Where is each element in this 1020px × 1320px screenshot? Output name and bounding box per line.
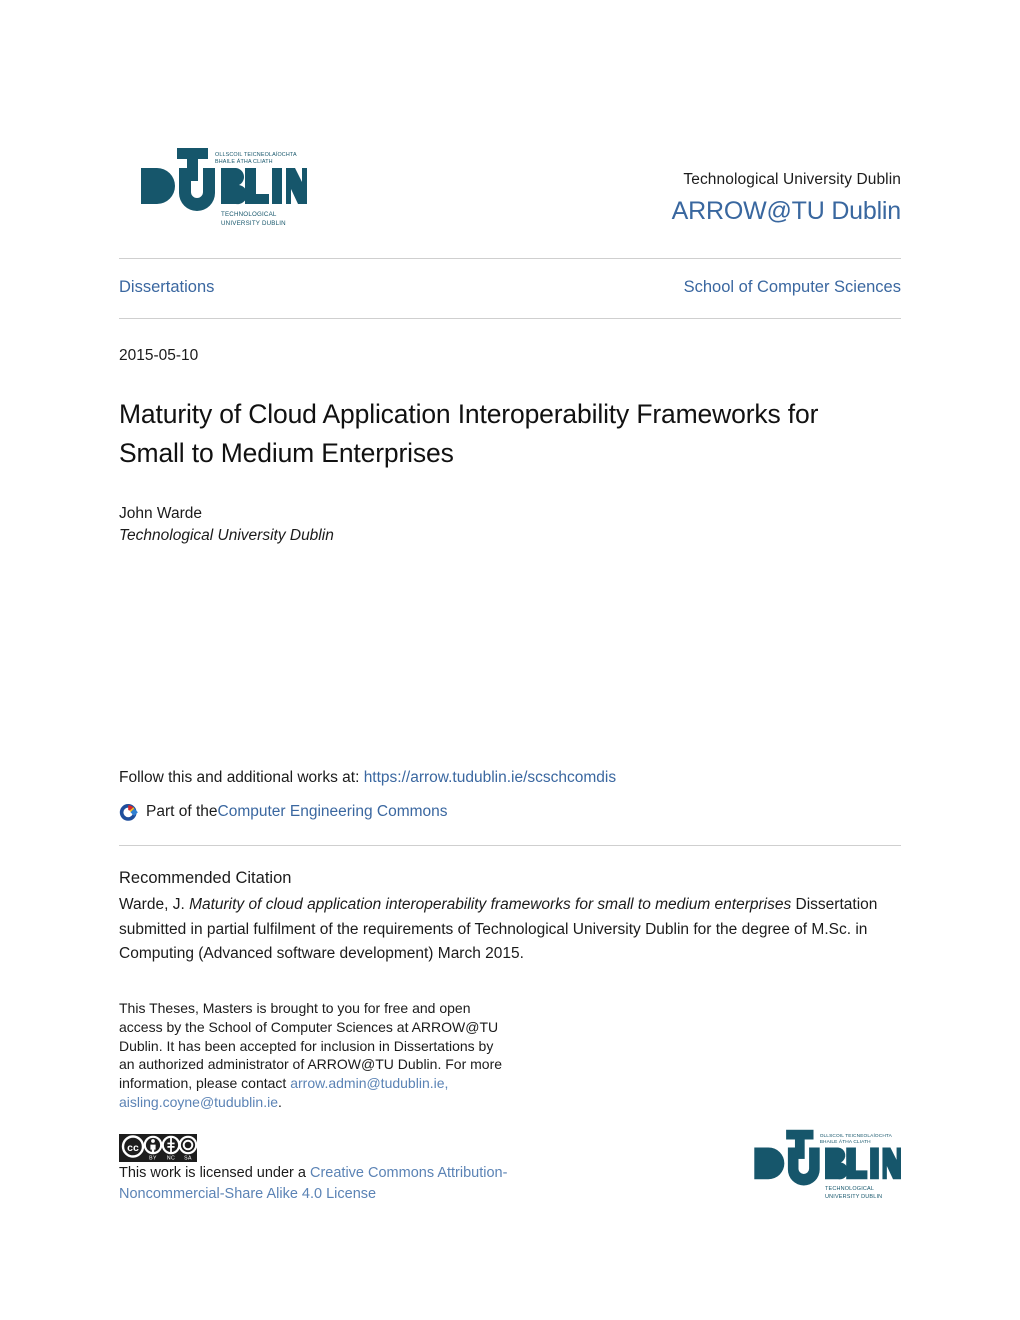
logo-sub-line-2-footer: UNIVERSITY DUBLIN xyxy=(825,1194,882,1200)
logo-irish-line-1-footer: OLLSCOIL TEICNEOLAÍOCHTA xyxy=(820,1132,893,1139)
author-name: John Warde xyxy=(119,505,202,522)
tu-dublin-logo-footer: OLLSCOIL TEICNEOLAÍOCHTA BHAILE ÁTHA CLI… xyxy=(754,1129,901,1200)
citation-title: Maturity of cloud application interopera… xyxy=(189,896,792,913)
masthead: OLLSCOIL TEICNEOLAÍOCHTA BHAILE ÁTHA CLI… xyxy=(119,140,901,258)
access-statement: This Theses, Masters is brought to you f… xyxy=(119,999,511,1112)
collection-link[interactable]: Dissertations xyxy=(119,278,214,297)
part-of-line: Part of the Computer Engineering Commons xyxy=(119,801,901,823)
logo-sub-line-2: UNIVERSITY DUBLIN xyxy=(221,220,286,227)
license-statement: This work is licensed under a Creative C… xyxy=(119,1163,519,1204)
creative-commons-badge-wrap[interactable]: cc BY NC SA xyxy=(119,1134,197,1162)
cc-sa-label: SA xyxy=(184,1156,192,1162)
document-page: OLLSCOIL TEICNEOLAÍOCHTA BHAILE ÁTHA CLI… xyxy=(0,0,1020,1320)
follow-block: Follow this and additional works at: htt… xyxy=(119,766,901,823)
document-content: OLLSCOIL TEICNEOLAÍOCHTA BHAILE ÁTHA CLI… xyxy=(119,0,901,547)
repository-name: ARROW@TU Dublin xyxy=(671,197,902,225)
logo-sub-line-1-footer: TECHNOLOGICAL xyxy=(825,1186,874,1192)
logo-irish-line-2-footer: BHAILE ÁTHA CLIATH xyxy=(820,1138,871,1145)
part-of-prefix: Part of the xyxy=(146,803,218,820)
creative-commons-badge[interactable]: cc BY NC SA xyxy=(119,1134,197,1162)
school-link[interactable]: School of Computer Sciences xyxy=(684,278,901,297)
author-affiliation: Technological University Dublin xyxy=(119,527,334,544)
citation-body: Warde, J. Maturity of cloud application … xyxy=(119,893,899,967)
masthead-titles: Technological University Dublin ARROW@TU… xyxy=(441,170,902,228)
breadcrumb: Dissertations School of Computer Science… xyxy=(119,259,901,318)
collection-url-link[interactable]: https://arrow.tudublin.ie/scschcomdis xyxy=(364,769,616,786)
logo-irish-line-2: BHAILE ÁTHA CLIATH xyxy=(215,158,273,165)
citation-heading: Recommended Citation xyxy=(119,869,292,887)
follow-line: Follow this and additional works at: htt… xyxy=(119,766,901,790)
cc-glyph: cc xyxy=(127,1142,139,1154)
publication-date: 2015-05-10 xyxy=(119,347,199,364)
digital-commons-icon xyxy=(119,803,138,821)
recommended-citation: Recommended Citation Warde, J. Maturity … xyxy=(119,866,909,967)
logo-irish-line-1: OLLSCOIL TEICNEOLAÍOCHTA xyxy=(215,151,297,158)
commons-link[interactable]: Computer Engineering Commons xyxy=(218,801,448,823)
admin-email-link[interactable]: arrow.admin@tudublin.ie, xyxy=(290,1075,448,1091)
license-prefix: This work is licensed under a xyxy=(119,1165,310,1181)
divider-above-citation xyxy=(119,845,901,846)
university-name: Technological University Dublin xyxy=(683,171,901,188)
follow-prefix: Follow this and additional works at: xyxy=(119,769,364,786)
cc-nc-label: NC xyxy=(167,1156,175,1162)
cc-by-label: BY xyxy=(149,1156,157,1162)
tu-dublin-logo: OLLSCOIL TEICNEOLAÍOCHTA BHAILE ÁTHA CLI… xyxy=(141,148,307,227)
author-block: John Warde Technological University Dubl… xyxy=(119,503,901,547)
secondary-email-link[interactable]: aisling.coyne@tudublin.ie xyxy=(119,1094,278,1110)
access-statement-period: . xyxy=(277,1093,282,1110)
article-header: 2015-05-10 Maturity of Cloud Application… xyxy=(119,319,901,547)
page-title: Maturity of Cloud Application Interopera… xyxy=(119,399,819,468)
logo-sub-line-1: TECHNOLOGICAL xyxy=(221,211,277,218)
citation-author: Warde, J. xyxy=(119,896,190,913)
